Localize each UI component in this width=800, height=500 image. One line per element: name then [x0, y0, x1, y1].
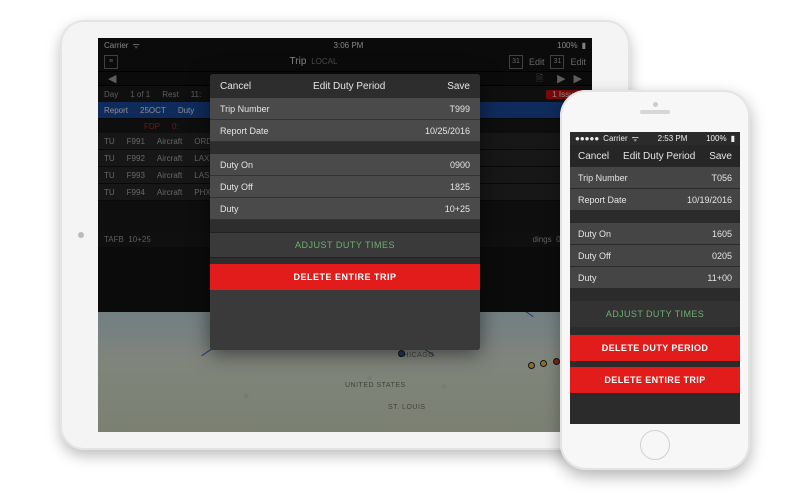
section-gap [570, 289, 740, 301]
field-value: 0900 [450, 160, 470, 170]
iphone-navbar: Cancel Edit Duty Period Save [570, 145, 740, 167]
field-label: Trip Number [220, 104, 270, 114]
ipad-camera [78, 232, 84, 238]
battery-label: 100% [706, 134, 726, 143]
field-label: Trip Number [578, 173, 628, 183]
battery-icon: ▮ [731, 134, 735, 143]
field-label: Duty Off [220, 182, 253, 192]
field-duty-on[interactable]: Duty On 0900 [210, 154, 480, 176]
delete-duty-period-button[interactable]: DELETE DUTY PERIOD [570, 335, 740, 361]
iphone-speaker [640, 110, 670, 114]
modal-header: Cancel Edit Duty Period Save [210, 74, 480, 98]
field-duty-on[interactable]: Duty On 1605 [570, 223, 740, 245]
section-gap [570, 327, 740, 335]
section-gap [210, 220, 480, 232]
field-duty-off[interactable]: Duty Off 1825 [210, 176, 480, 198]
edit-duty-modal: Cancel Edit Duty Period Save Trip Number… [210, 74, 480, 350]
clock: 2:53 PM [658, 134, 688, 143]
iphone-home-button[interactable] [640, 430, 670, 460]
iphone-camera [653, 102, 658, 107]
field-value: 10/19/2016 [687, 195, 732, 205]
field-value: 1605 [712, 229, 732, 239]
wifi-icon: ᯤ [632, 133, 639, 144]
delete-entire-trip-button[interactable]: DELETE ENTIRE TRIP [210, 264, 480, 290]
field-value: 10+25 [445, 204, 470, 214]
field-label: Report Date [220, 126, 269, 136]
field-label: Duty [220, 204, 239, 214]
field-value: 0205 [712, 251, 732, 261]
field-duty-total[interactable]: Duty 10+25 [210, 198, 480, 220]
field-duty-off[interactable]: Duty Off 0205 [570, 245, 740, 267]
page-title: Edit Duty Period [623, 151, 695, 162]
adjust-duty-times-button[interactable]: ADJUST DUTY TIMES [210, 232, 480, 258]
signal-icon: ●●●●● [575, 134, 599, 143]
field-label: Duty On [578, 229, 611, 239]
cancel-button[interactable]: Cancel [220, 81, 251, 92]
field-label: Report Date [578, 195, 627, 205]
modal-title: Edit Duty Period [313, 81, 385, 92]
section-gap [210, 142, 480, 154]
modal-tail [210, 290, 480, 350]
ipad-device-frame: Carrier ᯤ 3:06 PM 100% ▮ ≡ Trip LOCAL 31… [60, 20, 630, 450]
adjust-duty-times-button[interactable]: ADJUST DUTY TIMES [570, 301, 740, 327]
field-value: 1825 [450, 182, 470, 192]
ipad-screen: Carrier ᯤ 3:06 PM 100% ▮ ≡ Trip LOCAL 31… [98, 38, 592, 432]
iphone-status-bar: ●●●●● Carrier ᯤ 2:53 PM 100% ▮ [570, 132, 740, 145]
field-report-date[interactable]: Report Date 10/25/2016 [210, 120, 480, 142]
field-report-date[interactable]: Report Date 10/19/2016 [570, 189, 740, 211]
section-gap [570, 211, 740, 223]
screen-tail [570, 399, 740, 424]
field-value: 10/25/2016 [425, 126, 470, 136]
iphone-screen: ●●●●● Carrier ᯤ 2:53 PM 100% ▮ Cancel Ed… [570, 132, 740, 424]
delete-entire-trip-button[interactable]: DELETE ENTIRE TRIP [570, 367, 740, 393]
cancel-button[interactable]: Cancel [578, 151, 609, 162]
save-button[interactable]: Save [709, 151, 732, 162]
field-value: 11+00 [707, 273, 732, 283]
field-label: Duty [578, 273, 597, 283]
field-label: Duty Off [578, 251, 611, 261]
save-button[interactable]: Save [447, 81, 470, 92]
field-value: T999 [449, 104, 470, 114]
field-label: Duty On [220, 160, 253, 170]
carrier-label: Carrier [603, 134, 627, 143]
iphone-device-frame: ●●●●● Carrier ᯤ 2:53 PM 100% ▮ Cancel Ed… [560, 90, 750, 470]
field-trip-number[interactable]: Trip Number T999 [210, 98, 480, 120]
field-duty-total[interactable]: Duty 11+00 [570, 267, 740, 289]
field-trip-number[interactable]: Trip Number T056 [570, 167, 740, 189]
field-value: T056 [711, 173, 732, 183]
